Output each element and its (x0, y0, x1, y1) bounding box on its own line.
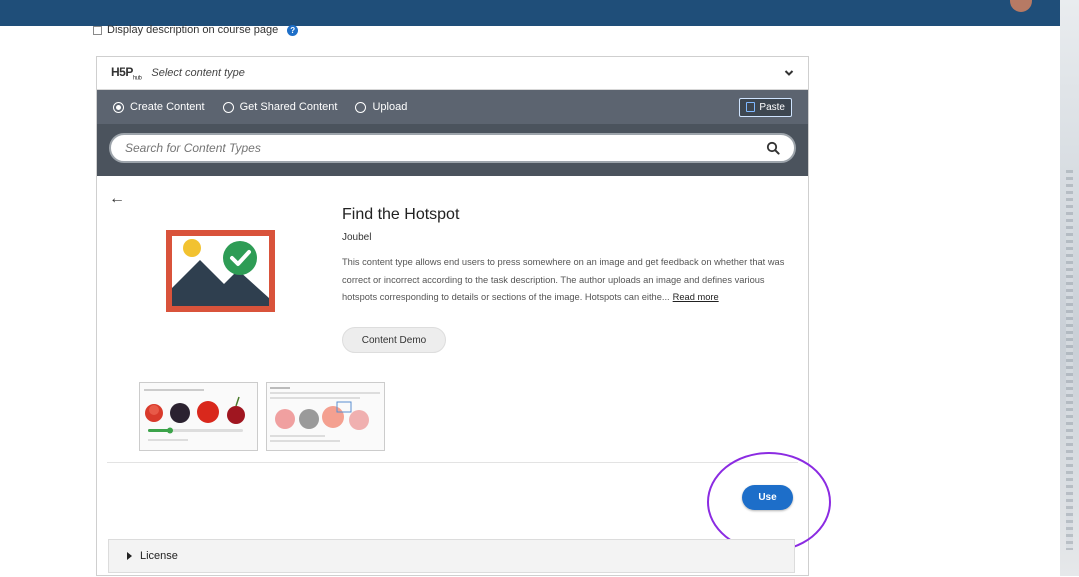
tab-label: Upload (372, 101, 408, 113)
search-icon[interactable] (766, 141, 780, 155)
search-input[interactable] (125, 141, 766, 155)
tab-label: Get Shared Content (239, 101, 338, 113)
content-type-title: Find the Hotspot (342, 206, 460, 223)
content-type-description: This content type allows end users to pr… (342, 254, 788, 307)
tab-get-shared-content[interactable]: Get Shared Content (222, 101, 338, 113)
annotation-highlight-circle (707, 452, 831, 552)
search-bar (97, 124, 808, 176)
h5p-logo-suffix: hub (132, 75, 142, 82)
background-edge (1060, 0, 1079, 576)
tab-create-content[interactable]: Create Content (113, 101, 205, 113)
display-description-label: Display description on course page (107, 24, 279, 36)
h5p-logo-text: H5P (111, 64, 133, 79)
tab-upload[interactable]: Upload (355, 101, 407, 113)
chevron-down-icon[interactable] (784, 68, 794, 78)
license-label: License (140, 550, 178, 562)
license-accordion[interactable]: License (108, 539, 795, 573)
select-content-type-label: Select content type (151, 67, 245, 79)
content-type-selector[interactable]: H5Phub Select content type (97, 57, 808, 90)
landscape-check-icon (172, 239, 269, 306)
caret-right-icon (127, 552, 132, 560)
help-icon[interactable]: ? (287, 24, 299, 36)
h5p-logo: H5Phub (111, 64, 142, 82)
radio-icon (355, 101, 367, 113)
content-demo-button[interactable]: Content Demo (342, 327, 446, 353)
content-type-image (166, 230, 275, 312)
radio-icon (113, 101, 124, 113)
divider (107, 462, 798, 463)
content-type-author: Joubel (342, 232, 372, 243)
paste-button[interactable]: Paste (739, 97, 792, 117)
read-more-link[interactable]: Read more (673, 292, 719, 302)
paste-icon (746, 102, 756, 112)
screenshot-thumbnail[interactable] (139, 382, 258, 451)
back-arrow-icon[interactable]: ← (109, 190, 125, 208)
radio-dot (116, 104, 121, 110)
radio-icon (222, 101, 234, 113)
h5p-hub-panel: H5Phub Select content type Create Conten… (96, 56, 809, 576)
content-type-detail: ← Find the Hotspot Joubel This content t… (97, 176, 808, 577)
display-description-option: Display description on course page ? (93, 24, 299, 36)
paste-label: Paste (759, 101, 785, 113)
background-stripe (1066, 170, 1073, 550)
tab-label: Create Content (130, 101, 205, 113)
search-box (109, 133, 796, 163)
display-description-checkbox[interactable] (93, 25, 102, 35)
hub-tabs: Create Content Get Shared Content Upload… (97, 90, 808, 124)
top-navbar (0, 0, 1060, 26)
screenshot-thumbnail[interactable] (266, 382, 385, 451)
